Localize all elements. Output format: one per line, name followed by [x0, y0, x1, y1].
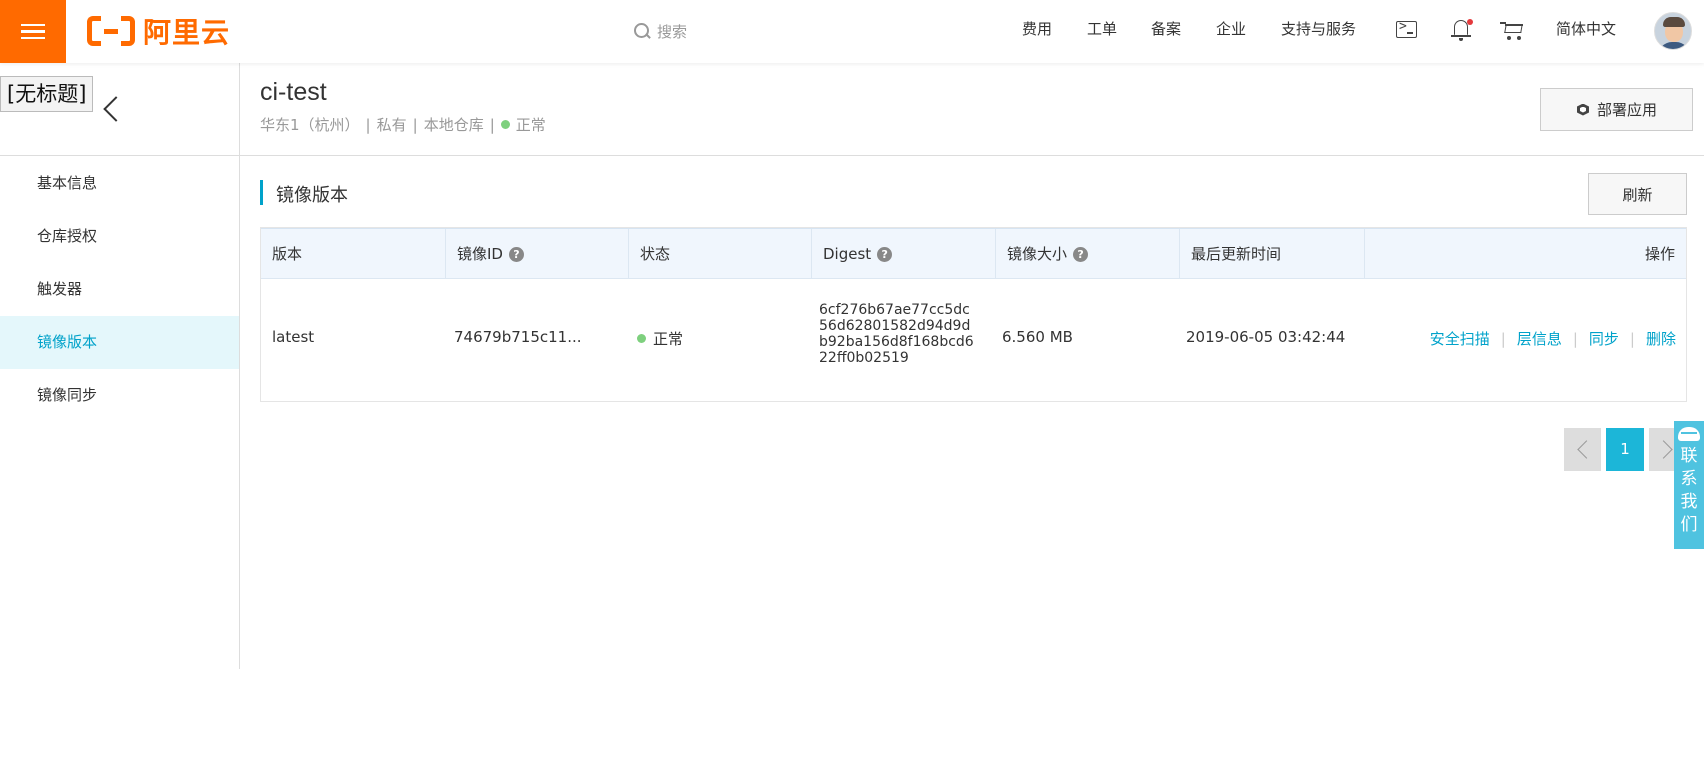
- cart-icon[interactable]: [1500, 17, 1526, 43]
- repo-source: 本地仓库: [423, 116, 484, 134]
- sync-link[interactable]: 同步: [1589, 328, 1619, 349]
- cell-last-updated: 2019-06-05 03:42:44: [1186, 328, 1346, 346]
- column-header-label: 版本: [272, 245, 303, 263]
- sidebar-header: [无标题]: [0, 63, 239, 156]
- header-divider: [240, 155, 1704, 156]
- notification-dot: [1467, 19, 1473, 25]
- status-dot-icon: [637, 334, 646, 343]
- divider: |: [1572, 329, 1578, 348]
- column-header-label: 状态: [640, 245, 671, 263]
- divider: |: [489, 115, 495, 134]
- contact-us-tab[interactable]: 联系我们: [1674, 421, 1704, 549]
- refresh-button[interactable]: 刷新: [1588, 173, 1687, 215]
- language-switch[interactable]: 简体中文: [1556, 18, 1616, 39]
- column-header-actions: 操作: [1365, 229, 1686, 279]
- deploy-app-label: 部署应用: [1596, 101, 1657, 119]
- column-header-image-size: 镜像大小?: [996, 229, 1180, 279]
- help-icon[interactable]: ?: [508, 246, 524, 262]
- repo-status: 正常: [515, 116, 546, 134]
- deploy-app-button[interactable]: 部署应用: [1540, 88, 1693, 131]
- divider: |: [1629, 329, 1635, 348]
- digest-line: 56d62801582d94d9d: [819, 318, 971, 334]
- cell-image-size: 6.560 MB: [1002, 328, 1073, 346]
- cell-version: latest: [272, 328, 315, 346]
- bell-icon[interactable]: [1449, 17, 1475, 43]
- divider: |: [365, 115, 371, 134]
- column-header-digest: Digest?: [812, 229, 996, 279]
- cell-image-id: 74679b715c11...: [454, 328, 582, 346]
- help-icon[interactable]: ?: [877, 246, 893, 262]
- nav-support[interactable]: 支持与服务: [1281, 18, 1356, 39]
- contact-us-label: 联系我们: [1680, 446, 1698, 535]
- cell-digest: 6cf276b67ae77cc5dc 56d62801582d94d9d b92…: [819, 302, 984, 366]
- column-header-label: 镜像ID: [457, 245, 503, 263]
- section-title: 镜像版本: [276, 185, 348, 206]
- nav-enterprise[interactable]: 企业: [1216, 18, 1246, 39]
- cell-status: 正常: [637, 328, 683, 349]
- row-actions: 安全扫描 | 层信息 | 同步 | 删除: [1430, 328, 1676, 349]
- security-scan-link[interactable]: 安全扫描: [1430, 328, 1490, 349]
- nav-billing[interactable]: 费用: [1022, 18, 1052, 39]
- search-placeholder: 搜索: [657, 22, 688, 41]
- column-header-label: 操作: [1644, 245, 1675, 263]
- table-header: 版本 镜像ID? 状态 Digest? 镜像大小? 最后更新时间 操作: [261, 228, 1686, 279]
- search-icon: [634, 22, 651, 40]
- cube-icon: [1576, 103, 1590, 117]
- delete-link[interactable]: 删除: [1646, 328, 1676, 349]
- terminal-icon[interactable]: [1394, 17, 1420, 43]
- sidebar-item-image-versions[interactable]: 镜像版本: [0, 316, 239, 369]
- back-arrow-icon[interactable]: [104, 96, 118, 120]
- column-header-image-id: 镜像ID?: [446, 229, 629, 279]
- section-accent-bar: [260, 180, 263, 205]
- window-title-label: [无标题]: [0, 76, 94, 112]
- page-title: ci-test: [260, 78, 327, 106]
- help-icon[interactable]: ?: [1073, 246, 1089, 262]
- image-versions-table: 版本 镜像ID? 状态 Digest? 镜像大小? 最后更新时间 操作 late…: [260, 227, 1687, 402]
- sidebar-item-triggers[interactable]: 触发器: [0, 263, 239, 316]
- sidebar: [无标题] 基本信息 仓库授权 触发器 镜像版本 镜像同步: [0, 63, 240, 669]
- pagination-prev-button[interactable]: [1564, 428, 1601, 471]
- column-header-label: 最后更新时间: [1191, 245, 1282, 263]
- layer-info-link[interactable]: 层信息: [1517, 328, 1562, 349]
- column-header-label: Digest: [823, 245, 872, 263]
- column-header-version: 版本: [261, 229, 446, 279]
- column-header-label: 镜像大小: [1007, 245, 1068, 263]
- pagination-page-button[interactable]: 1: [1606, 428, 1644, 471]
- graduation-cap-icon: [1678, 427, 1700, 441]
- repo-visibility: 私有: [376, 116, 407, 134]
- divider: |: [412, 115, 418, 134]
- aliyun-logo-mark: [87, 16, 135, 46]
- sidebar-item-repo-auth[interactable]: 仓库授权: [0, 210, 239, 263]
- column-header-status: 状态: [629, 229, 812, 279]
- digest-line: 6cf276b67ae77cc5dc: [819, 302, 970, 318]
- nav-tickets[interactable]: 工单: [1087, 18, 1117, 39]
- repo-meta: 华东1（杭州） | 私有 | 本地仓库 | 正常: [260, 114, 546, 135]
- avatar[interactable]: [1654, 12, 1692, 50]
- column-header-last-updated: 最后更新时间: [1180, 229, 1365, 279]
- repo-region: 华东1（杭州）: [260, 116, 360, 134]
- hamburger-menu-icon[interactable]: [0, 0, 66, 63]
- logo-text: 阿里云: [143, 16, 231, 49]
- aliyun-logo[interactable]: 阿里云: [87, 14, 231, 49]
- top-navigation-bar: 阿里云 搜索 费用 工单 备案 企业 支持与服务 简体中文: [0, 0, 1704, 63]
- sidebar-item-image-sync[interactable]: 镜像同步: [0, 369, 239, 422]
- search-box[interactable]: 搜索: [634, 18, 687, 44]
- divider: |: [1500, 329, 1506, 348]
- nav-icp-filing[interactable]: 备案: [1151, 18, 1181, 39]
- sidebar-item-basic-info[interactable]: 基本信息: [0, 157, 239, 210]
- digest-line: b92ba156d8f168bcd6: [819, 334, 974, 350]
- digest-line: 22ff0b02519: [819, 350, 909, 366]
- status-dot-icon: [500, 120, 510, 129]
- cell-status-text: 正常: [653, 330, 684, 348]
